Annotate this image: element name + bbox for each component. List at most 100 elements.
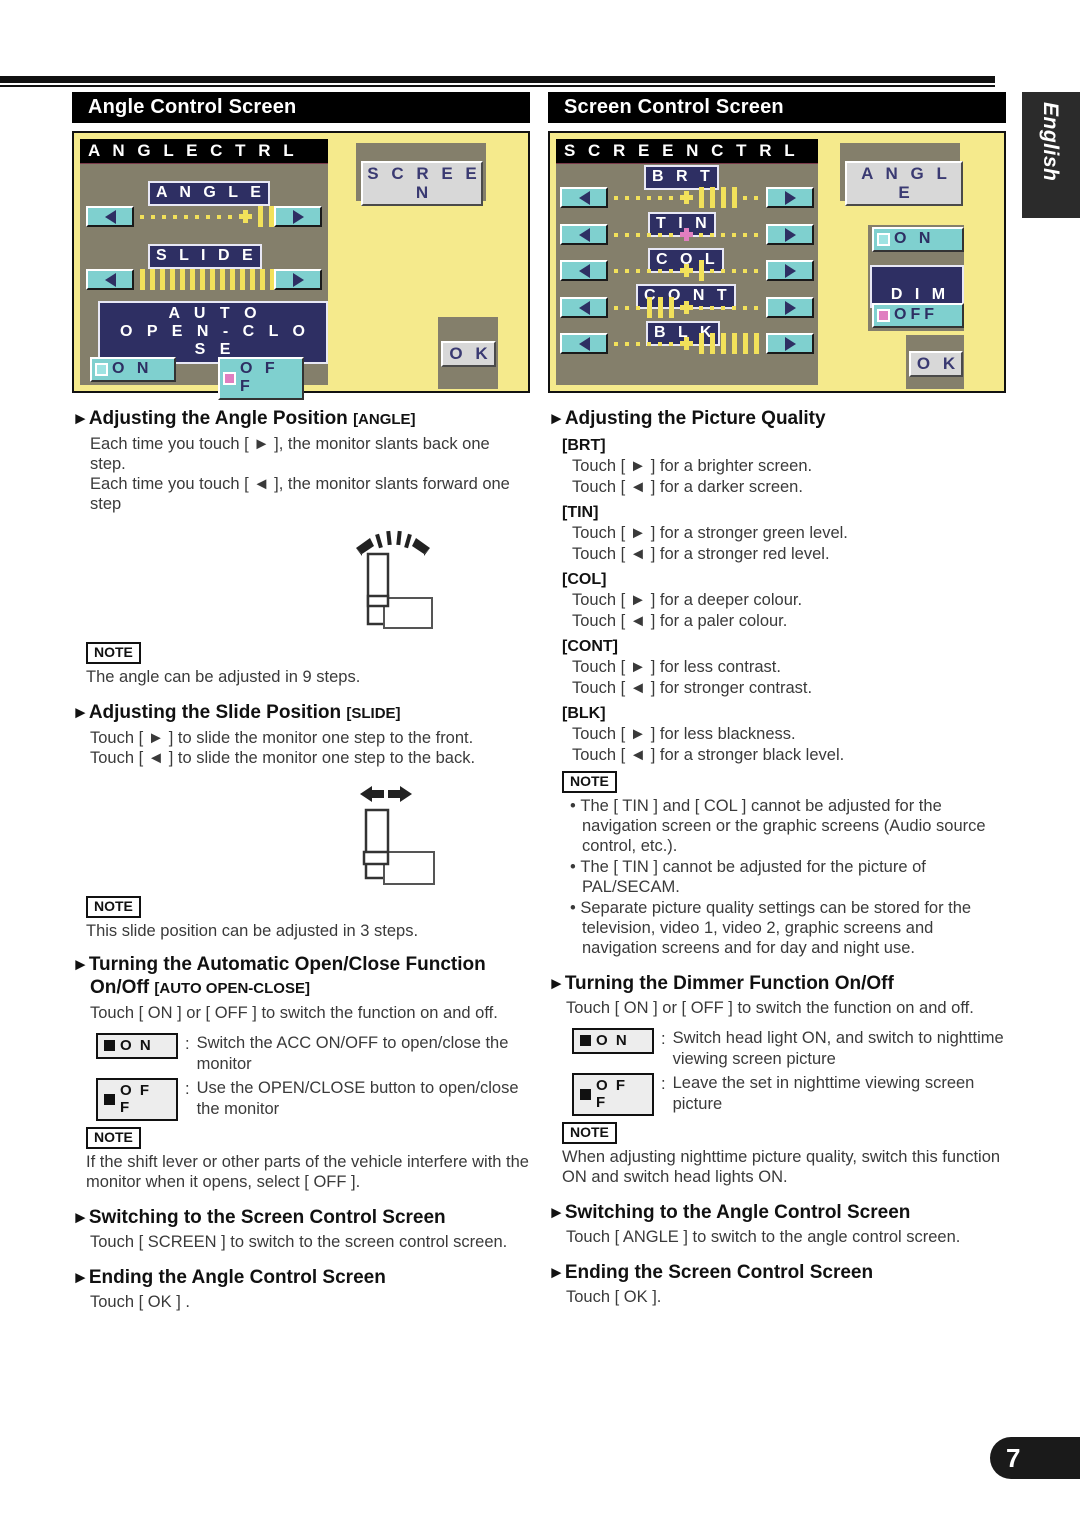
auto-off-button[interactable]: O F F	[218, 357, 304, 400]
legend-desc-on: Switch head light ON, and switch to nigh…	[672, 1029, 1004, 1068]
angle-button-plate: A N G L E	[840, 143, 963, 206]
note-bullet: • The [ TIN ] cannot be adjusted for the…	[570, 858, 926, 896]
slide-slider-track[interactable]	[140, 269, 280, 290]
heading-tag: [SLIDE]	[346, 705, 401, 722]
on-indicator-square	[95, 362, 108, 376]
body-brt-line1: Touch [ ► ] for a brighter screen.	[572, 457, 813, 475]
col-left-arrow-button[interactable]	[560, 260, 608, 281]
screen-switch-button[interactable]: S C R E E N	[361, 161, 483, 206]
brt-slider-track[interactable]	[614, 187, 765, 208]
subheading-cont: [CONT]	[562, 638, 618, 655]
brt-right-arrow-button[interactable]	[766, 187, 814, 208]
dimmer-plate: O N D I M OFF	[868, 225, 964, 331]
body-adjusting-slide-position: Touch [ ► ] to slide the monitor one ste…	[90, 729, 476, 767]
dim-on-indicator-square	[877, 232, 890, 246]
legend-row: O F F : Use the OPEN/CLOSE button to ope…	[96, 1078, 530, 1121]
screen-ok-button[interactable]: O K	[909, 351, 963, 377]
angle-slider-cursor	[239, 210, 252, 223]
note-bullet: • The [ TIN ] and [ COL ] cannot be adju…	[570, 797, 986, 855]
angle-label-chip: A N G L E	[148, 181, 270, 206]
tin-right-arrow-button[interactable]	[766, 224, 814, 245]
heading-ending-angle-control: ►Ending the Angle Control Screen	[72, 1266, 530, 1289]
bullet-triangle-icon: ►	[72, 1268, 89, 1287]
key-on-label: O N	[596, 1032, 629, 1049]
angle-right-arrow-button[interactable]	[274, 206, 322, 227]
cont-slider-track[interactable]	[614, 297, 765, 318]
screen-ok-plate: O K	[906, 335, 964, 389]
angle-mock-face: A N G L E C T R L A N G L E S L I D E A …	[80, 139, 328, 400]
body-col-line2: Touch [ ◄ ] for a paler colour.	[572, 612, 788, 630]
bullet-triangle-icon: ►	[548, 1203, 565, 1222]
language-tab: English	[1022, 92, 1080, 218]
bullet-triangle-icon: ►	[72, 1208, 89, 1227]
screen-switch-label: S C R E E N	[367, 164, 481, 202]
heading-text: Turning the Dimmer Function On/Off	[564, 973, 894, 994]
legend-desc-off: Use the OPEN/CLOSE button to open/close …	[196, 1079, 519, 1118]
auto-on-button[interactable]: O N	[90, 357, 176, 382]
filled-square-icon	[580, 1035, 591, 1046]
note-label-dimmer: NOTE	[562, 1122, 617, 1144]
tin-slider-track[interactable]	[614, 224, 765, 245]
col-slider-track[interactable]	[614, 260, 765, 281]
auto-off-label: O F F	[240, 360, 279, 395]
dimmer-off-button[interactable]: OFF	[872, 303, 964, 328]
dim-label: D I M	[890, 286, 950, 303]
note-bullets-picture: • The [ TIN ] and [ COL ] cannot be adju…	[570, 796, 1006, 958]
note-text-angle: The angle can be adjusted in 9 steps.	[86, 668, 361, 686]
slide-right-arrow-button[interactable]	[274, 269, 322, 290]
key-on: O N	[572, 1028, 654, 1054]
body-blk-line1: Touch [ ► ] for less blackness.	[572, 725, 796, 743]
note-text-auto: If the shift lever or other parts of the…	[86, 1153, 529, 1191]
heading-text: Ending the Screen Control Screen	[564, 1262, 874, 1283]
angle-switch-label: A N G L E	[861, 164, 951, 202]
brt-left-arrow-button[interactable]	[560, 187, 608, 208]
dimmer-on-button[interactable]: O N	[872, 227, 964, 252]
language-tab-label: English	[1039, 102, 1062, 182]
subheading-blk: [BLK]	[562, 705, 606, 722]
body-brt-line2: Touch [ ◄ ] for a darker screen.	[572, 478, 803, 496]
dim-off-indicator-square	[877, 308, 890, 322]
screen-ok-label: O K	[916, 354, 960, 373]
tin-left-arrow-button[interactable]	[560, 224, 608, 245]
heading-switching-to-screen-control: ►Switching to the Screen Control Screen	[72, 1206, 530, 1229]
col-right-arrow-button[interactable]	[766, 260, 814, 281]
angle-control-screen-mock: A N G L E C T R L A N G L E S L I D E A …	[72, 131, 530, 400]
heading-turning-dimmer: ►Turning the Dimmer Function On/Off	[548, 972, 1006, 995]
body-col-line1: Touch [ ► ] for a deeper colour.	[572, 591, 803, 609]
blk-right-arrow-button[interactable]	[766, 333, 814, 354]
angle-ok-button[interactable]: O K	[441, 341, 496, 367]
manual-page: English 7 Angle Control Screen A N G L E…	[0, 0, 1080, 1535]
heading-tag: [ANGLE]	[353, 411, 416, 428]
legend-row: O N : Switch head light ON, and switch t…	[572, 1028, 1006, 1070]
body-ending-screen-control: Touch [ OK ].	[566, 1288, 662, 1306]
angle-ok-label: O K	[449, 344, 492, 363]
angle-switch-button[interactable]: A N G L E	[845, 161, 963, 206]
heading-text: Switching to the Screen Control Screen	[88, 1207, 446, 1228]
slide-monitor-illustration	[72, 780, 530, 888]
body-cont-line2: Touch [ ◄ ] for stronger contrast.	[572, 679, 813, 697]
heading-ending-screen-control: ►Ending the Screen Control Screen	[548, 1261, 1006, 1284]
cont-right-arrow-button[interactable]	[766, 297, 814, 318]
body-adjusting-angle-position: Each time you touch [ ► ], the monitor s…	[90, 435, 510, 513]
key-off: O F F	[572, 1073, 654, 1116]
heading-adjusting-slide-position: ►Adjusting the Slide Position [SLIDE]	[72, 701, 530, 725]
angle-left-arrow-button[interactable]	[86, 206, 134, 227]
key-off: O F F	[96, 1078, 178, 1121]
left-section-title: Angle Control Screen	[72, 92, 530, 123]
body-tin-line1: Touch [ ► ] for a stronger green level.	[572, 524, 848, 542]
angle-mock-side: S C R E E N O K	[328, 139, 522, 389]
cont-left-arrow-button[interactable]	[560, 297, 608, 318]
subheading-tin: [TIN]	[562, 504, 599, 521]
body-cont-line1: Touch [ ► ] for less contrast.	[572, 658, 781, 676]
dim-label-chip: D I M	[870, 265, 964, 308]
blk-left-arrow-button[interactable]	[560, 333, 608, 354]
note-label-slide: NOTE	[86, 896, 141, 918]
bullet-triangle-icon: ►	[72, 955, 89, 974]
bullet-triangle-icon: ►	[72, 703, 89, 722]
blk-slider-track[interactable]	[614, 333, 765, 354]
heading-text: Adjusting the Slide Position	[88, 702, 342, 723]
left-column: Angle Control Screen A N G L E C T R L A…	[72, 92, 530, 1312]
legend-desc-on: Switch the ACC ON/OFF to open/close the …	[196, 1034, 509, 1073]
slide-left-arrow-button[interactable]	[86, 269, 134, 290]
legend-desc-off: Leave the set in nighttime viewing scree…	[672, 1074, 975, 1113]
